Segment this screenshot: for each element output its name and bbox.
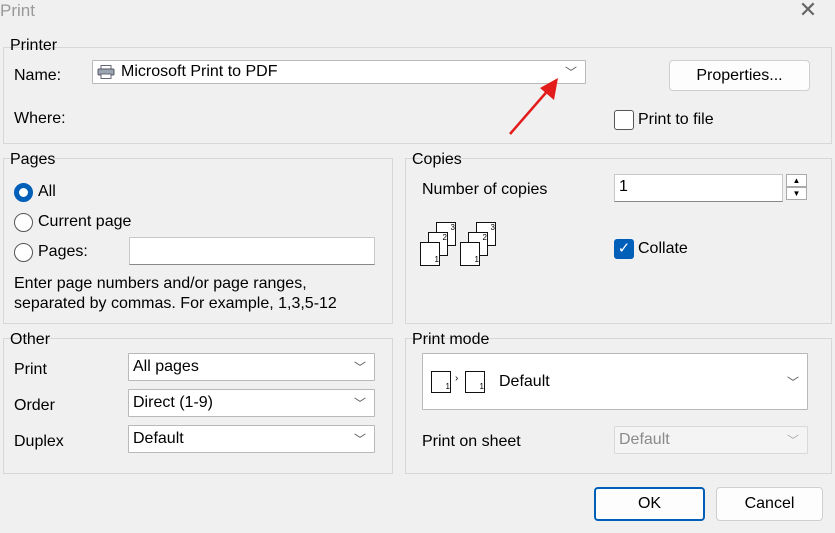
order-value: Direct (1-9)	[133, 394, 214, 411]
chevron-down-icon: ﹀	[353, 432, 366, 447]
order-label: Order	[14, 397, 55, 414]
print-mode-select[interactable]: 1 › 1 Default ﹀	[422, 353, 808, 410]
where-label: Where:	[14, 110, 66, 127]
properties-button-label: Properties...	[696, 66, 783, 84]
pages-hint-line2: separated by commas. For example, 1,3,5-…	[14, 295, 337, 312]
chevron-down-icon: ﹀	[786, 375, 799, 389]
current-page-radio[interactable]	[14, 213, 33, 232]
all-radio-label: All	[38, 183, 56, 200]
printer-group-label: Printer	[10, 37, 58, 54]
name-label: Name:	[14, 67, 62, 84]
annotation-arrow-icon	[509, 78, 558, 135]
chevron-down-icon: ﹀	[786, 433, 799, 448]
duplex-value: Default	[133, 430, 184, 447]
print-on-sheet-label: Print on sheet	[422, 433, 521, 450]
printer-icon	[97, 65, 115, 79]
pages-radio-label: Pages:	[38, 243, 88, 260]
collate-checkbox[interactable]: ✓	[614, 239, 634, 259]
all-radio[interactable]	[14, 183, 33, 202]
chevron-down-icon: ﹀	[353, 360, 366, 375]
ok-button[interactable]: OK	[594, 487, 705, 521]
collate-illustration-icon: 3 2 1 3 2 1	[420, 218, 500, 274]
close-icon[interactable]: ✕	[797, 0, 819, 22]
cancel-button-label: Cancel	[744, 495, 795, 512]
print-mode-value: Default	[499, 372, 550, 390]
copies-group-label: Copies	[412, 151, 462, 168]
page-layout-icon: 1 › 1	[431, 369, 493, 395]
duplex-select[interactable]: Default ﹀	[128, 425, 375, 453]
properties-button[interactable]: Properties...	[669, 60, 810, 91]
printer-name-value: Microsoft Print to PDF	[121, 63, 278, 80]
print-mode-group-label: Print mode	[412, 331, 490, 348]
other-group-label: Other	[10, 331, 51, 348]
copies-spin-up[interactable]: ▲	[786, 174, 807, 187]
print-range-label: Print	[14, 361, 47, 378]
print-range-value: All pages	[133, 358, 199, 375]
print-to-file-checkbox[interactable]	[614, 110, 634, 130]
print-on-sheet-value: Default	[619, 431, 670, 448]
current-page-radio-label: Current page	[38, 213, 132, 230]
order-select[interactable]: Direct (1-9) ﹀	[128, 389, 375, 417]
number-of-copies-label: Number of copies	[422, 181, 548, 198]
cancel-button[interactable]: Cancel	[716, 487, 823, 521]
pages-radio[interactable]	[14, 243, 33, 262]
chevron-down-icon: ﹀	[353, 396, 366, 411]
print-range-select[interactable]: All pages ﹀	[128, 353, 375, 381]
pages-group-label: Pages	[10, 151, 56, 168]
collate-label: Collate	[638, 240, 688, 257]
window-title: Print	[0, 1, 35, 20]
pages-range-input[interactable]	[129, 237, 375, 265]
copies-input-value: 1	[619, 178, 628, 195]
copies-input[interactable]: 1	[614, 174, 783, 202]
copies-spin-down[interactable]: ▼	[786, 187, 807, 200]
duplex-label: Duplex	[14, 433, 64, 450]
print-on-sheet-select[interactable]: Default ﹀	[614, 426, 808, 454]
print-to-file-label: Print to file	[638, 111, 714, 128]
ok-button-label: OK	[637, 495, 662, 512]
pages-hint-line1: Enter page numbers and/or page ranges,	[14, 275, 307, 292]
